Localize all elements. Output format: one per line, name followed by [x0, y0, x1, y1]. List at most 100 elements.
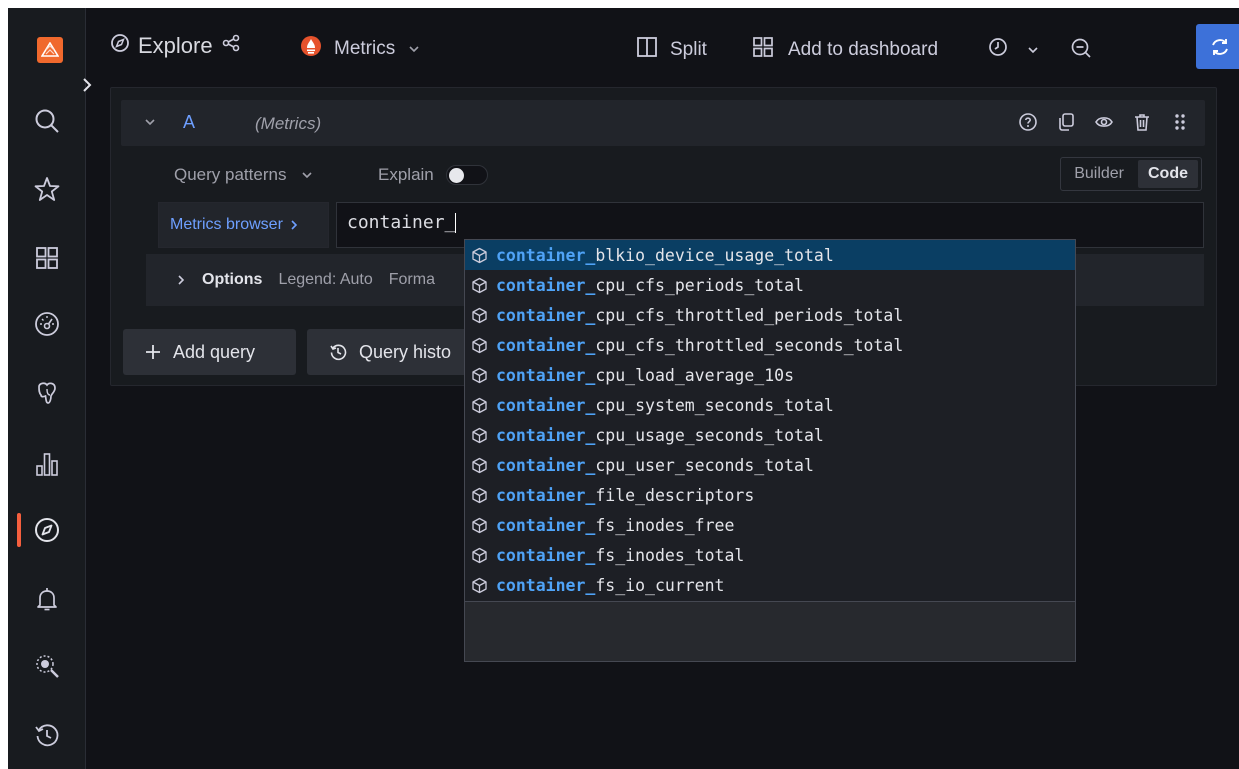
explain-toggle[interactable]: [445, 165, 488, 185]
chevron-down-icon: [407, 38, 421, 60]
autocomplete-dropdown: container_blkio_device_usage_total contai…: [464, 239, 1076, 662]
suggestion-rest: cpu_user_seconds_total: [595, 455, 814, 475]
suggestion-match: container_: [496, 455, 596, 475]
metrics-browser-label: Metrics browser: [170, 216, 283, 233]
bell-icon[interactable]: [31, 583, 63, 615]
refresh-icon[interactable]: [1196, 24, 1239, 69]
suggestion-item[interactable]: container_blkio_device_usage_total: [465, 240, 1075, 270]
suggestion-match: container_: [496, 485, 596, 505]
time-picker[interactable]: [988, 37, 1040, 63]
help-icon[interactable]: [1017, 111, 1039, 133]
suggestion-rest: cpu_cfs_periods_total: [595, 275, 804, 295]
cube-icon: [471, 457, 488, 474]
legend-option: Legend: Auto: [278, 271, 373, 288]
add-to-dashboard-button[interactable]: Add to dashboard: [752, 36, 938, 64]
active-indicator: [17, 513, 21, 547]
suggestion-match: container_: [496, 545, 596, 565]
add-to-dashboard-label: Add to dashboard: [788, 39, 939, 60]
suggestion-item[interactable]: container_cpu_user_seconds_total: [465, 450, 1075, 480]
suggestion-item[interactable]: container_fs_inodes_total: [465, 540, 1075, 570]
duplicate-icon[interactable]: [1055, 111, 1077, 133]
cube-icon: [471, 307, 488, 324]
trash-icon[interactable]: [1131, 111, 1153, 133]
plus-icon: [146, 345, 160, 359]
suggestion-rest: cpu_load_average_10s: [595, 365, 795, 385]
dashboards-icon[interactable]: [31, 242, 63, 274]
suggestion-match: container_: [496, 335, 596, 355]
explain-label: Explain: [378, 165, 434, 184]
suggestion-text: container_cpu_cfs_throttled_periods_tota…: [496, 306, 903, 325]
star-icon[interactable]: [31, 173, 63, 205]
suggestion-item[interactable]: container_cpu_cfs_throttled_periods_tota…: [465, 300, 1075, 330]
suggestion-item[interactable]: container_cpu_cfs_throttled_seconds_tota…: [465, 330, 1075, 360]
explore-compass-icon[interactable]: [31, 514, 63, 546]
zoom-out-button[interactable]: [1070, 37, 1092, 65]
app: Explore Metrics Split Add to dashboard A…: [8, 8, 1239, 769]
suggestion-item[interactable]: container_cpu_cfs_periods_total: [465, 270, 1075, 300]
eye-icon[interactable]: [1093, 111, 1115, 133]
metrics-browser-button[interactable]: Metrics browser: [158, 202, 329, 248]
suggestion-match: container_: [496, 245, 596, 265]
chevron-down-icon: [302, 172, 313, 179]
suggestion-rest: blkio_device_usage_total: [595, 245, 834, 265]
suggestion-rest: cpu_cfs_throttled_seconds_total: [595, 335, 904, 355]
query-history-button[interactable]: Query histo: [307, 329, 467, 375]
suggestion-text: container_cpu_cfs_throttled_seconds_tota…: [496, 336, 903, 355]
run-query-button[interactable]: [1196, 24, 1239, 69]
suggestion-match: container_: [496, 515, 596, 535]
chevron-down-icon: [1026, 39, 1040, 61]
datasource-picker[interactable]: Metrics: [300, 35, 421, 63]
gauge-icon[interactable]: [31, 308, 63, 340]
observability-search-icon[interactable]: [31, 650, 63, 682]
bar-chart-icon[interactable]: [31, 448, 63, 480]
explain-toggle-group: Explain: [378, 165, 488, 185]
compass-icon: [110, 33, 130, 59]
postgres-icon[interactable]: [31, 377, 63, 409]
history-icon[interactable]: [31, 719, 63, 751]
code-mode-button[interactable]: Code: [1138, 160, 1198, 188]
suggestion-match: container_: [496, 305, 596, 325]
suggestion-item[interactable]: container_cpu_system_seconds_total: [465, 390, 1075, 420]
split-button[interactable]: Split: [636, 36, 707, 64]
share-icon[interactable]: [221, 33, 241, 59]
suggestion-rest: cpu_system_seconds_total: [595, 395, 834, 415]
search-icon[interactable]: [31, 105, 63, 137]
suggestion-item[interactable]: container_fs_inodes_free: [465, 510, 1075, 540]
suggestion-rest: fs_io_current: [595, 575, 725, 595]
suggestion-text: container_fs_inodes_free: [496, 516, 734, 535]
zoom-out-icon: [1070, 37, 1092, 65]
cube-icon: [471, 337, 488, 354]
cube-icon: [471, 277, 488, 294]
suggestion-item[interactable]: container_fs_io_current: [465, 570, 1075, 600]
suggestion-rest: cpu_usage_seconds_total: [595, 425, 824, 445]
suggestion-text: container_cpu_load_average_10s: [496, 366, 794, 385]
cube-icon: [471, 397, 488, 414]
suggestion-match: container_: [496, 395, 596, 415]
suggestion-text: container_fs_io_current: [496, 576, 724, 595]
builder-mode-button[interactable]: Builder: [1064, 160, 1134, 188]
options-label: Options: [202, 271, 263, 288]
suggestion-match: container_: [496, 365, 596, 385]
cube-icon: [471, 577, 488, 594]
format-option: Forma: [388, 271, 435, 288]
suggestion-item[interactable]: container_cpu_load_average_10s: [465, 360, 1075, 390]
suggestion-text: container_blkio_device_usage_total: [496, 246, 834, 265]
explore-title-group: Explore: [110, 33, 241, 59]
suggestion-rest: fs_inodes_total: [595, 545, 745, 565]
suggestion-item[interactable]: container_file_descriptors: [465, 480, 1075, 510]
grafana-logo[interactable]: [37, 37, 63, 63]
suggestion-match: container_: [496, 275, 596, 295]
cube-icon: [471, 547, 488, 564]
query-datasource: (Metrics): [255, 114, 322, 133]
suggestion-match: container_: [496, 425, 596, 445]
add-query-label: Add query: [173, 341, 256, 362]
query-ref-id[interactable]: A: [183, 112, 195, 133]
collapse-chevron-icon[interactable]: [143, 115, 157, 134]
suggestion-text: container_cpu_user_seconds_total: [496, 456, 814, 475]
add-query-button[interactable]: Add query: [123, 329, 296, 375]
topbar: Explore Metrics Split Add to dashboard: [86, 8, 1239, 88]
suggestion-text: container_cpu_system_seconds_total: [496, 396, 834, 415]
suggestion-item[interactable]: container_cpu_usage_seconds_total: [465, 420, 1075, 450]
query-patterns-dropdown[interactable]: Query patterns: [174, 165, 314, 185]
drag-handle-icon[interactable]: [1169, 111, 1191, 133]
